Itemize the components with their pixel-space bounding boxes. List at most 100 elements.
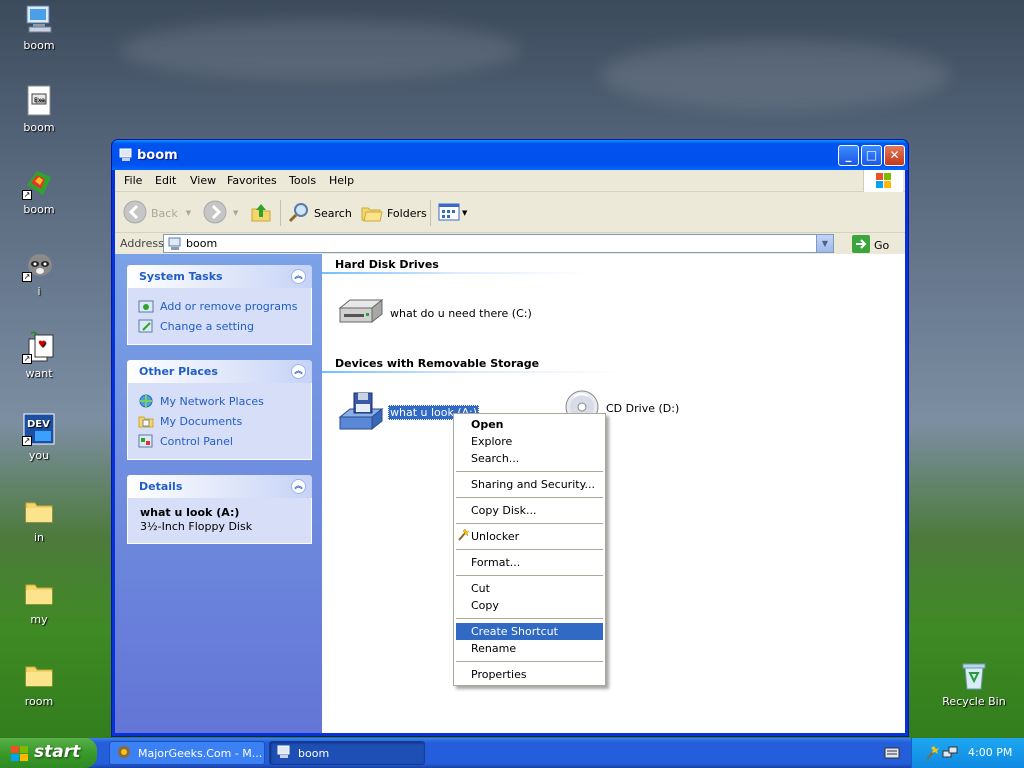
system-tasks-header[interactable]: System Tasks ︽ (127, 265, 312, 288)
windows-flag-icon (10, 745, 30, 768)
collapse-icon[interactable]: ︽ (291, 364, 306, 379)
add-remove-programs-icon (138, 298, 154, 314)
views-icon (437, 200, 461, 227)
clock[interactable]: 4:00 PM (968, 746, 1012, 759)
maximize-button[interactable]: □ (861, 145, 882, 166)
search-button[interactable]: Search (287, 200, 352, 226)
toolbar-separator (280, 200, 281, 226)
desktop-icon-boom-exe[interactable]: Exe boom (8, 85, 70, 134)
menu-separator (456, 575, 603, 576)
computer-icon (167, 236, 183, 255)
chevron-down-icon: ▼ (185, 209, 192, 217)
menu-edit[interactable]: Edit (155, 174, 176, 187)
details-name: what u look (A:) (140, 506, 240, 519)
views-button[interactable]: ▼ (437, 200, 467, 226)
maximize-icon: □ (865, 148, 878, 162)
folders-icon (360, 200, 384, 227)
collapse-icon[interactable]: ︽ (291, 269, 306, 284)
desktop-icon-want[interactable]: ♥ ↗ want (8, 331, 70, 380)
forward-button[interactable]: ▼ (203, 200, 238, 226)
minimize-button[interactable]: _ (838, 145, 859, 166)
desktop-icon-boom-shortcut[interactable]: ↗ boom (8, 167, 70, 216)
close-icon: ✕ (889, 148, 900, 162)
control-panel-link[interactable]: Control Panel (138, 431, 301, 451)
menu-item-format[interactable]: Format... (456, 554, 603, 571)
taskbar-button-majorgeeks[interactable]: MajorGeeks.Com - M... (109, 741, 265, 765)
add-remove-programs-link[interactable]: Add or remove programs (138, 296, 301, 316)
my-documents-link[interactable]: My Documents (138, 411, 301, 431)
minimize-icon: _ (845, 148, 852, 162)
back-button[interactable]: Back ▼ (123, 200, 191, 226)
network-tray-icon[interactable] (942, 745, 958, 764)
address-input[interactable]: boom ▼ (163, 234, 834, 253)
address-dropdown-button[interactable]: ▼ (816, 235, 833, 252)
other-places-header[interactable]: Other Places ︽ (127, 360, 312, 383)
taskbar-button-boom[interactable]: boom (269, 741, 425, 765)
windows-logo-icon (863, 170, 903, 192)
up-folder-icon (249, 200, 273, 227)
menu-item-unlocker[interactable]: Unlocker (456, 528, 603, 545)
collapse-icon[interactable]: ︽ (291, 479, 306, 494)
desktop-icon-boom-computer[interactable]: boom (8, 3, 70, 52)
menu-item-copy[interactable]: Copy (456, 597, 603, 614)
menu-item-sharing[interactable]: Sharing and Security... (456, 476, 603, 493)
address-label: Address (120, 237, 164, 250)
menu-item-create-shortcut[interactable]: Create Shortcut (456, 623, 603, 640)
system-tasks-panel: System Tasks ︽ Add or remove programs Ch… (127, 265, 312, 345)
link-label: My Documents (160, 414, 243, 428)
menu-item-open[interactable]: Open (456, 416, 603, 433)
keyboard-icon[interactable] (884, 746, 900, 763)
dev-cpp-shortcut-icon: DEV ↗ (22, 413, 55, 446)
drive-c[interactable]: what do u need there (C:) (336, 296, 532, 331)
menu-separator (456, 497, 603, 498)
menu-item-cut[interactable]: Cut (456, 580, 603, 597)
link-label: My Network Places (160, 394, 264, 408)
menu-item-explore[interactable]: Explore (456, 433, 603, 450)
system-tray: 4:00 PM (911, 738, 1024, 768)
folders-button[interactable]: Folders (360, 200, 427, 226)
menu-item-copy-disk[interactable]: Copy Disk... (456, 502, 603, 519)
up-folder-button[interactable] (249, 200, 273, 226)
desktop-icon-recycle-bin[interactable]: Recycle Bin (940, 659, 1008, 708)
my-network-places-link[interactable]: My Network Places (138, 391, 301, 411)
unlocker-tray-icon[interactable] (924, 745, 940, 764)
link-label: Change a setting (160, 319, 254, 333)
menu-separator (456, 523, 603, 524)
desktop-icon-my[interactable]: my (8, 577, 70, 626)
chevron-down-icon: ▼ (821, 239, 829, 248)
menu-help[interactable]: Help (329, 174, 354, 187)
menu-tools[interactable]: Tools (289, 174, 316, 187)
control-panel-icon (138, 318, 154, 334)
change-setting-link[interactable]: Change a setting (138, 316, 301, 336)
folder-icon (23, 659, 55, 691)
task-pane: System Tasks ︽ Add or remove programs Ch… (115, 254, 322, 733)
desktop-icon-i[interactable]: ↗ i (8, 249, 70, 298)
control-panel-icon (138, 433, 154, 449)
chevron-down-icon: ▼ (233, 209, 239, 217)
menu-item-rename[interactable]: Rename (456, 640, 603, 657)
computer-icon (118, 147, 134, 167)
desktop-icon-in[interactable]: in (8, 495, 70, 544)
hard-disk-drives-header: Hard Disk Drives (335, 258, 439, 271)
go-arrow-icon (852, 235, 870, 256)
start-button[interactable]: start (0, 738, 97, 768)
recycle-bin-icon (958, 659, 990, 691)
panel-title: Details (139, 480, 183, 493)
toolbar: Back ▼ ▼ Search Folders ▼ (115, 192, 905, 233)
menu-item-properties[interactable]: Properties (456, 666, 603, 683)
details-header[interactable]: Details ︽ (127, 475, 312, 498)
menu-item-search[interactable]: Search... (456, 450, 603, 467)
folder-icon (23, 495, 55, 527)
svg-text:DEV: DEV (27, 419, 50, 430)
menu-separator (456, 549, 603, 550)
title-bar[interactable]: boom _ □ ✕ (112, 140, 908, 170)
menu-file[interactable]: File (124, 174, 142, 187)
close-button[interactable]: ✕ (884, 145, 905, 166)
menu-view[interactable]: View (190, 174, 216, 187)
go-button[interactable]: Go (852, 235, 889, 256)
desktop-icon-room[interactable]: room (8, 659, 70, 708)
toolbar-separator (430, 200, 431, 226)
menu-favorites[interactable]: Favorites (227, 174, 277, 187)
other-places-panel: Other Places ︽ My Network Places My Docu… (127, 360, 312, 460)
desktop-icon-you[interactable]: DEV ↗ you (8, 413, 70, 462)
